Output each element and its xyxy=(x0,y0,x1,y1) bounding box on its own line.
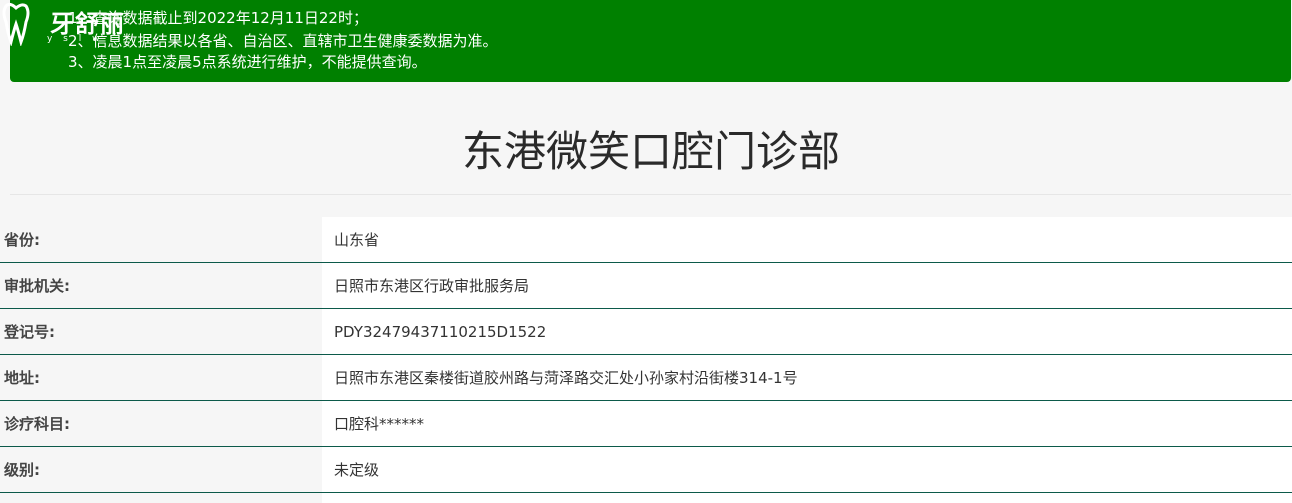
title-divider xyxy=(10,194,1291,195)
info-row-province: 省份: 山东省 xyxy=(0,217,1292,263)
logo-subtext: y s l w xyxy=(47,34,104,44)
notice-banner: 1、查询数据截止到2022年12月11日22时； 2、信息数据结果以各省、自治区… xyxy=(10,0,1291,82)
info-row-level: 级别: 未定级 xyxy=(0,447,1292,493)
info-row-registration-number: 登记号: PDY32479437110215D1522 xyxy=(0,309,1292,355)
info-label: 诊疗科目: xyxy=(4,415,70,433)
notice-line-3: 3、凌晨1点至凌晨5点系统进行维护，不能提供查询。 xyxy=(68,53,427,71)
info-value: 未定级 xyxy=(322,447,1292,492)
info-value: 山东省 xyxy=(322,217,1292,262)
info-value: 口腔科****** xyxy=(322,401,1292,446)
info-row-approval-authority: 审批机关: 日照市东港区行政审批服务局 xyxy=(0,263,1292,309)
site-logo[interactable]: 牙舒丽 y s l w xyxy=(0,0,140,50)
info-row-address: 地址: 日照市东港区秦楼街道胶州路与菏泽路交汇处小孙家村沿街楼314-1号 xyxy=(0,355,1292,401)
info-label: 省份: xyxy=(4,231,40,249)
info-value: 日照市东港区行政审批服务局 xyxy=(322,263,1292,308)
info-value-partial xyxy=(322,493,1292,503)
clinic-name: 东港微笑口腔门诊部 xyxy=(461,127,840,176)
info-label: 审批机关: xyxy=(4,277,70,295)
tooth-logo-icon xyxy=(2,2,30,46)
info-row-partial xyxy=(0,493,1292,503)
info-value: PDY32479437110215D1522 xyxy=(322,309,1292,354)
info-label: 地址: xyxy=(4,369,40,387)
info-value: 日照市东港区秦楼街道胶州路与菏泽路交汇处小孙家村沿街楼314-1号 xyxy=(322,355,1292,400)
info-label: 登记号: xyxy=(4,323,55,341)
clinic-info-table: 省份: 山东省 审批机关: 日照市东港区行政审批服务局 登记号: PDY3247… xyxy=(0,217,1292,503)
info-row-departments: 诊疗科目: 口腔科****** xyxy=(0,401,1292,447)
info-label: 级别: xyxy=(4,461,40,479)
